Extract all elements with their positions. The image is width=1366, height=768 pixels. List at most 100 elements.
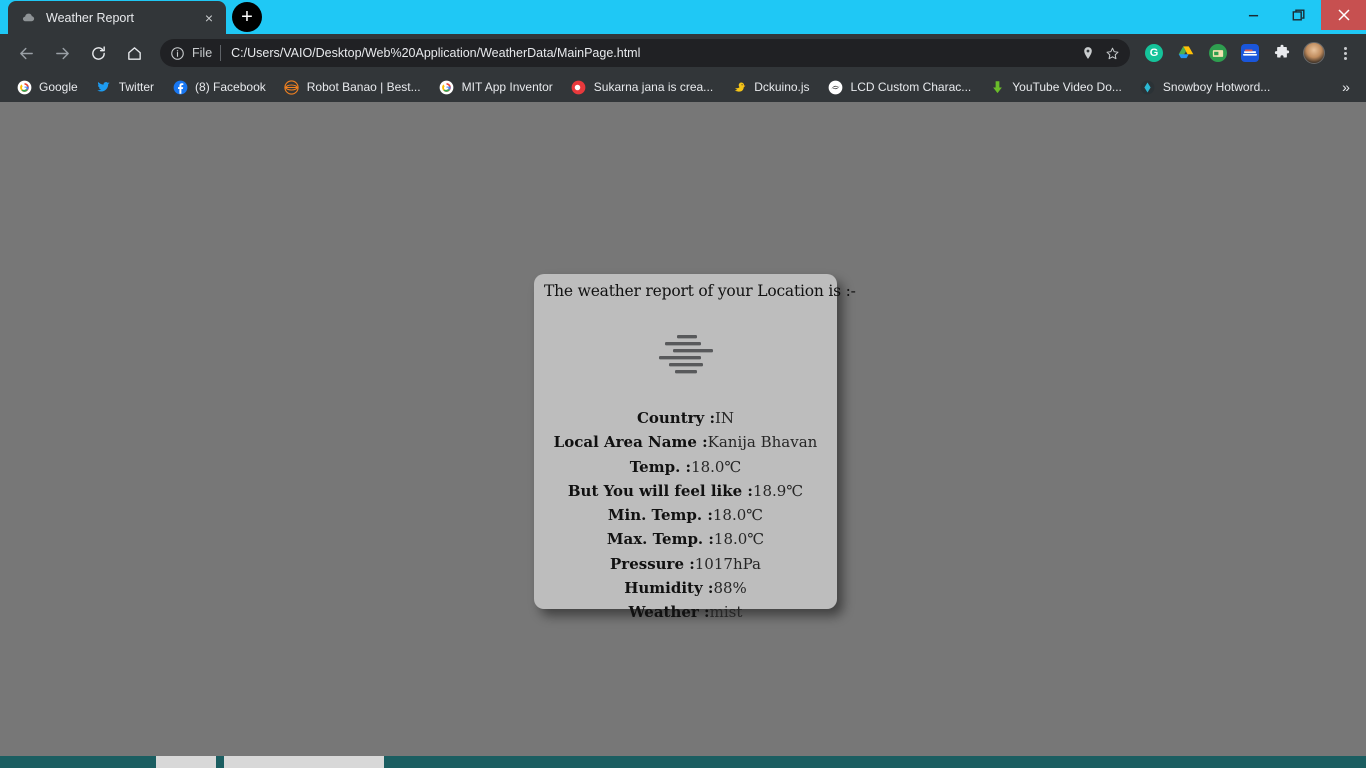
mist-lines-icon [655, 329, 717, 377]
reload-button[interactable] [84, 39, 112, 67]
weather-report-card: The weather report of your Location is :… [534, 274, 837, 609]
chrome-menu-button[interactable] [1332, 40, 1358, 66]
bookmark-sukarna-jana[interactable]: Sukarna jana is crea... [563, 75, 721, 99]
row-max-temp: Max. Temp. :18.0℃ [542, 527, 829, 551]
row-value: 18.0℃ [691, 458, 741, 476]
kebab-dot-1 [1344, 47, 1347, 50]
row-label: Temp. : [630, 458, 691, 476]
omnibox-actions [1076, 41, 1126, 65]
row-label: Weather : [629, 603, 710, 621]
profile-avatar-image [1303, 42, 1325, 64]
row-label: Country : [637, 409, 715, 427]
taskbar-item-2[interactable] [224, 756, 384, 768]
row-value: 18.9℃ [753, 482, 803, 500]
bookmark-label: Robot Banao | Best... [307, 80, 421, 94]
row-value: 88% [713, 579, 746, 597]
row-weather: Weather :mist [542, 600, 829, 624]
download-arrow-icon [989, 79, 1005, 95]
row-min-temp: Min. Temp. :18.0℃ [542, 503, 829, 527]
address-bar[interactable]: File C:/Users/VAIO/Desktop/Web%20Applica… [160, 39, 1130, 67]
row-value: 18.0℃ [713, 506, 763, 524]
row-label: Min. Temp. : [608, 506, 713, 524]
page-viewport: The weather report of your Location is :… [0, 102, 1366, 756]
forward-button[interactable] [48, 39, 76, 67]
kebab-dot-3 [1344, 57, 1347, 60]
cloud-icon [20, 10, 36, 26]
bookmark-dckuino[interactable]: Dckuino.js [723, 75, 817, 99]
facebook-icon [172, 79, 188, 95]
row-humidity: Humidity :88% [542, 576, 829, 600]
window-controls [1231, 0, 1366, 30]
bookmark-label: MIT App Inventor [462, 80, 553, 94]
row-label: But You will feel like : [568, 482, 753, 500]
bookmark-robot-banao[interactable]: Robot Banao | Best... [276, 75, 429, 99]
tab-close-icon[interactable]: × [200, 9, 218, 27]
robotbanao-icon [284, 79, 300, 95]
row-value: 18.0℃ [714, 530, 764, 548]
browser-tab[interactable]: Weather Report × [8, 1, 226, 34]
tab-title: Weather Report [46, 11, 200, 25]
duck-icon [731, 79, 747, 95]
location-pin-icon[interactable] [1076, 41, 1100, 65]
weather-icon-container [542, 310, 829, 396]
window-minimize-button[interactable] [1231, 0, 1276, 30]
bookmark-label: Google [39, 80, 78, 94]
google-drive-extension-icon[interactable] [1173, 40, 1199, 66]
browser-toolbar: File C:/Users/VAIO/Desktop/Web%20Applica… [0, 34, 1366, 72]
google-icon [439, 79, 455, 95]
swirl-icon [828, 79, 844, 95]
kebab-dot-2 [1344, 52, 1347, 55]
page-title: The weather report of your Location is :… [544, 282, 829, 300]
bookmark-mit-app-inventor[interactable]: MIT App Inventor [431, 75, 561, 99]
bookmark-label: Twitter [119, 80, 154, 94]
grammarly-glyph: G [1145, 44, 1163, 62]
bookmarks-bar: Google Twitter (8) Facebook Robot Banao … [0, 72, 1366, 102]
bookmark-google[interactable]: Google [8, 75, 86, 99]
blue-extension-glyph [1241, 44, 1259, 62]
twitter-icon [96, 79, 112, 95]
bookmark-youtube-video-downloader[interactable]: YouTube Video Do... [981, 75, 1130, 99]
row-value: IN [715, 409, 734, 427]
windows-taskbar[interactable] [0, 756, 1366, 768]
bookmark-snowboy-hotword[interactable]: Snowboy Hotword... [1132, 75, 1278, 99]
blue-extension-icon[interactable] [1237, 40, 1263, 66]
row-country: Country :IN [542, 406, 829, 430]
bookmark-label: LCD Custom Charac... [851, 80, 972, 94]
bookmark-lcd-custom-character[interactable]: LCD Custom Charac... [820, 75, 980, 99]
row-label: Local Area Name : [554, 433, 708, 451]
row-feels-like: But You will feel like :18.9℃ [542, 479, 829, 503]
row-temp: Temp. :18.0℃ [542, 455, 829, 479]
avatar[interactable] [1301, 40, 1327, 66]
grammarly-extension-icon[interactable]: G [1141, 40, 1167, 66]
row-value: mist [710, 603, 743, 621]
browser-title-bar: Weather Report × + [0, 0, 1366, 34]
row-label: Humidity : [624, 579, 713, 597]
taskbar-item-1[interactable] [156, 756, 216, 768]
google-icon [16, 79, 32, 95]
home-button[interactable] [120, 39, 148, 67]
bookmark-twitter[interactable]: Twitter [88, 75, 162, 99]
row-value: Kanija Bhavan [708, 433, 818, 451]
green-extension-icon[interactable] [1205, 40, 1231, 66]
extensions-area: G [1138, 40, 1358, 66]
bookmark-label: Dckuino.js [754, 80, 809, 94]
green-extension-glyph [1209, 44, 1227, 62]
puzzle-extensions-icon[interactable] [1269, 40, 1295, 66]
window-restore-button[interactable] [1276, 0, 1321, 30]
back-button[interactable] [12, 39, 40, 67]
bookmarks-overflow-button[interactable]: » [1334, 75, 1358, 99]
snowboy-icon [1140, 79, 1156, 95]
url-text[interactable]: C:/Users/VAIO/Desktop/Web%20Application/… [221, 46, 1076, 60]
star-icon[interactable] [1100, 41, 1124, 65]
window-close-button[interactable] [1321, 0, 1366, 30]
bookmark-facebook[interactable]: (8) Facebook [164, 75, 274, 99]
bookmark-label: Snowboy Hotword... [1163, 80, 1270, 94]
bookmark-label: Sukarna jana is crea... [594, 80, 713, 94]
new-tab-button[interactable]: + [232, 2, 262, 32]
site-info-icon[interactable] [166, 42, 188, 64]
red-record-icon [571, 79, 587, 95]
row-local-area-name: Local Area Name :Kanija Bhavan [542, 430, 829, 454]
tab-strip: Weather Report × + [0, 0, 262, 34]
bookmark-label: YouTube Video Do... [1012, 80, 1122, 94]
row-pressure: Pressure :1017hPa [542, 552, 829, 576]
